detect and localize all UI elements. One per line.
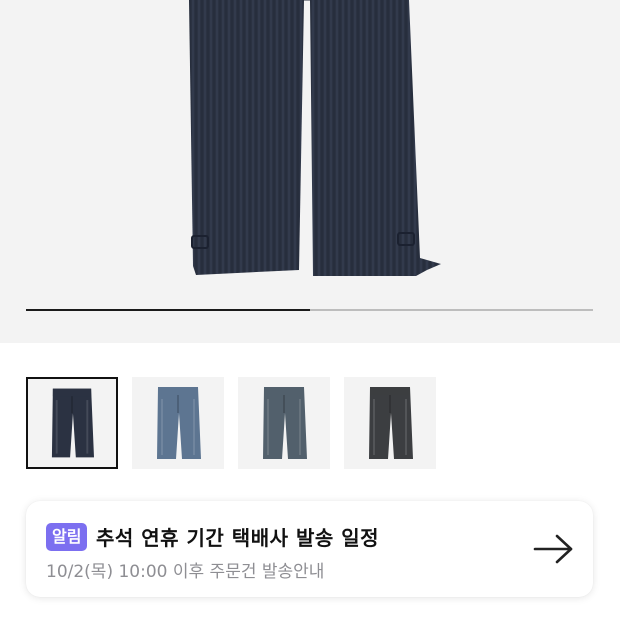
notice-badge: 알림 (46, 523, 88, 551)
thumbnail-jeans-image (51, 388, 94, 458)
thumbnail-4[interactable] (344, 377, 436, 469)
thumbnail-jeans-image (263, 387, 307, 459)
product-image-carousel[interactable] (0, 0, 620, 343)
thumbnail-jeans-image (369, 387, 413, 459)
notice-banner[interactable]: 알림 추석 연휴 기간 택배사 발송 일정 10/2(목) 10:00 이후 주… (26, 501, 593, 597)
notice-title: 추석 연휴 기간 택배사 발송 일정 (96, 526, 380, 550)
image-progress-fill (26, 309, 310, 311)
notice-subtitle: 10/2(목) 10:00 이후 주문건 발송안내 (46, 562, 325, 582)
product-main-image (189, 0, 441, 276)
image-progress-track (26, 309, 593, 311)
thumbnail-jeans-image (157, 387, 201, 459)
thumbnail-3[interactable] (238, 377, 330, 469)
thumbnail-2[interactable] (132, 377, 224, 469)
arrow-right-icon[interactable] (533, 533, 575, 565)
thumbnail-1[interactable] (26, 377, 118, 469)
